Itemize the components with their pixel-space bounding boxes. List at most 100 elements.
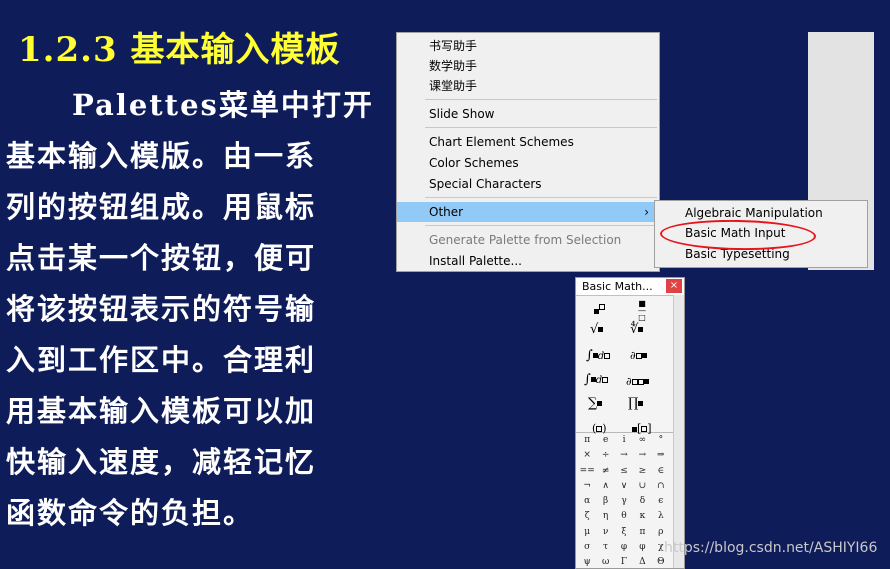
partial-derivative-template-button[interactable]: ∂ [630, 348, 647, 363]
integral-template-button[interactable]: ∫ d [586, 348, 611, 363]
menu-item-special-characters[interactable]: Special Characters [397, 174, 659, 194]
symbol-button[interactable]: ∈ [652, 464, 670, 479]
symbol-row: μνξπρ [578, 525, 670, 540]
menu-separator [425, 225, 657, 226]
symbol-button[interactable]: ∞ [633, 433, 651, 448]
symbol-row: == ≠ ≤ ≥ ∈ [578, 464, 670, 479]
product-template-button[interactable]: ∏ [628, 396, 644, 411]
symbol-button[interactable]: ∪ [633, 479, 651, 494]
symbol-row: στφφχ [578, 540, 670, 555]
symbol-button[interactable]: η [596, 509, 614, 524]
menu-item-slide-show[interactable]: Slide Show [397, 104, 659, 124]
body-line: 入到工作区中。合理利 [6, 343, 317, 377]
menu-item-color-schemes[interactable]: Color Schemes [397, 153, 659, 173]
symbol-button[interactable]: Θ [652, 555, 670, 568]
power-template-button[interactable] [594, 300, 605, 319]
symbol-button[interactable]: i [615, 433, 633, 448]
menu-item-other[interactable]: Other › [397, 202, 659, 222]
symbol-button[interactable]: ω [596, 555, 614, 568]
palette-scrollbar[interactable] [673, 295, 684, 568]
symbol-button[interactable]: ψ [578, 555, 596, 568]
body-line: 基本输入模版。由一系 [6, 139, 317, 173]
fraction-template-button[interactable]: ■ — □ [638, 300, 646, 324]
submenu-item-algebraic-manipulation[interactable]: Algebraic Manipulation [655, 203, 867, 223]
menu-separator [425, 99, 657, 100]
symbol-button[interactable]: ϵ [652, 494, 670, 509]
symbol-button[interactable]: Γ [615, 555, 633, 568]
menu-item-other-label: Other [429, 205, 464, 219]
symbol-button[interactable]: τ [596, 540, 614, 555]
body-line: 快输入速度，减轻记忆 [6, 445, 317, 479]
palette-symbol-grid: π e i ∞ ° × ÷ → → ⇒ == ≠ ≤ ≥ ∈ ¬ ∧ ∨ ∪ ∩ αβγδϵ ζηθκλ μνξ… [578, 433, 670, 568]
symbol-button[interactable]: ÷ [596, 448, 614, 463]
definite-integral-template-button[interactable]: ∫ d [584, 372, 609, 387]
nth-root-template-button[interactable]: ∜ [630, 322, 644, 337]
slide-body-text: Palettes菜单中打开 基本输入模版。由一系 列的按钮组成。用鼠标 点击某一… [6, 80, 386, 539]
symbol-row: π e i ∞ ° [578, 433, 670, 448]
mixed-partial-template-button[interactable]: ∂ [626, 374, 649, 389]
symbol-button[interactable]: e [596, 433, 614, 448]
symbol-button[interactable]: γ [615, 494, 633, 509]
body-line: Palettes菜单中打开 [72, 88, 374, 122]
symbol-button[interactable]: → [615, 448, 633, 463]
menu-separator [425, 127, 657, 128]
body-line: 用基本输入模板可以加 [6, 394, 317, 428]
menu-item-math-assistant[interactable]: 数学助手 [397, 56, 659, 76]
menu-item-chart-element-schemes[interactable]: Chart Element Schemes [397, 132, 659, 152]
symbol-button[interactable]: ≥ [633, 464, 651, 479]
symbol-button[interactable]: σ [578, 540, 596, 555]
symbol-row: ζηθκλ [578, 509, 670, 524]
symbol-button[interactable]: ρ [652, 525, 670, 540]
symbol-button[interactable]: ξ [615, 525, 633, 540]
sqrt-template-button[interactable]: √ [590, 322, 604, 337]
basic-math-palette-window: Basic Math... × ■ — □ √ ∜ ∫ d ∂ ∫ d ∂ ∑ ∏ ()… [575, 277, 685, 569]
symbol-button[interactable]: π [578, 433, 596, 448]
menu-item-classroom-assistant[interactable]: 课堂助手 [397, 76, 659, 96]
symbol-button[interactable]: π [633, 525, 651, 540]
symbol-button[interactable]: ∨ [615, 479, 633, 494]
symbol-button[interactable]: θ [615, 509, 633, 524]
symbol-button[interactable]: × [578, 448, 596, 463]
menu-item-install-palette[interactable]: Install Palette... [397, 251, 659, 271]
symbol-button[interactable]: ν [596, 525, 614, 540]
symbol-button[interactable]: ζ [578, 509, 596, 524]
watermark-text: https://blog.csdn.net/ASHIYI66 [664, 540, 878, 556]
symbol-button[interactable]: δ [633, 494, 651, 509]
body-line: 点击某一个按钮，便可 [6, 241, 317, 275]
menu-item-generate-palette: Generate Palette from Selection [429, 233, 622, 247]
symbol-button[interactable]: ≤ [615, 464, 633, 479]
menu-separator [425, 197, 657, 198]
menu-item-writing-assistant[interactable]: 书写助手 [397, 36, 659, 56]
symbol-row: ¬ ∧ ∨ ∪ ∩ [578, 479, 670, 494]
symbol-button[interactable]: ¬ [578, 479, 596, 494]
symbol-button[interactable]: κ [633, 509, 651, 524]
symbol-button[interactable]: α [578, 494, 596, 509]
symbol-button[interactable]: → [633, 448, 651, 463]
close-icon[interactable]: × [666, 279, 682, 293]
symbol-row: ψωΓΔΘ [578, 555, 670, 568]
slide-title: 1.2.3 基本输入模板 [18, 30, 341, 70]
sum-template-button[interactable]: ∑ [588, 396, 603, 411]
symbol-button[interactable]: β [596, 494, 614, 509]
palettes-menu: 书写助手 数学助手 课堂助手 Slide Show Chart Element … [396, 32, 660, 272]
symbol-button[interactable]: μ [578, 525, 596, 540]
symbol-button[interactable]: φ [633, 540, 651, 555]
chevron-right-icon: › [644, 205, 649, 219]
body-line: 函数命令的负担。 [6, 496, 255, 530]
body-line: 列的按钮组成。用鼠标 [6, 190, 317, 224]
palette-title: Basic Math... [582, 280, 653, 293]
symbol-button[interactable]: ° [652, 433, 670, 448]
symbol-row: αβγδϵ [578, 494, 670, 509]
symbol-button[interactable]: λ [652, 509, 670, 524]
symbol-row: × ÷ → → ⇒ [578, 448, 670, 463]
symbol-button[interactable]: ⇒ [652, 448, 670, 463]
symbol-button[interactable]: == [578, 464, 596, 479]
symbol-button[interactable]: Δ [633, 555, 651, 568]
body-line: 将该按钮表示的符号输 [6, 292, 317, 326]
symbol-button[interactable]: ≠ [596, 464, 614, 479]
symbol-button[interactable]: ∩ [652, 479, 670, 494]
palette-template-buttons: ■ — □ √ ∜ ∫ d ∂ ∫ d ∂ ∑ ∏ () [] [576, 296, 684, 435]
palette-title-bar[interactable]: Basic Math... × [576, 278, 684, 296]
symbol-button[interactable]: ∧ [596, 479, 614, 494]
symbol-button[interactable]: φ [615, 540, 633, 555]
